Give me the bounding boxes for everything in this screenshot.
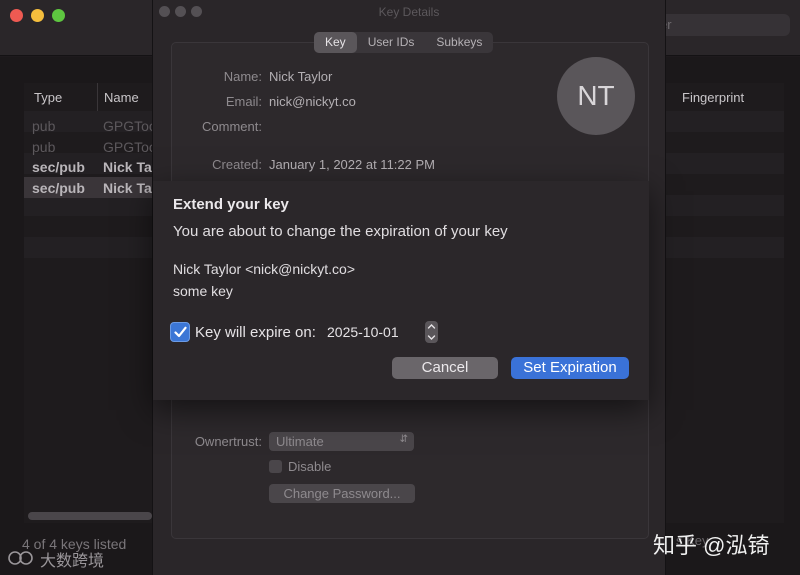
sheet-key-comment: some key: [173, 283, 233, 299]
row-name: GPGTools: [103, 139, 153, 155]
column-header-name[interactable]: Name: [99, 83, 159, 111]
watermark-right-text: 知乎 @泓锜: [653, 533, 770, 558]
row-name: GPGTools: [103, 118, 153, 134]
window-maximize-button[interactable]: [52, 9, 65, 22]
row-type: pub: [32, 118, 56, 134]
change-password-button[interactable]: Change Password...: [269, 484, 415, 503]
sheet-title: Extend your key: [173, 196, 289, 213]
cancel-button[interactable]: Cancel: [392, 357, 498, 379]
email-value: nick@nickyt.co: [269, 94, 356, 109]
ownertrust-select[interactable]: Ultimate ⇵: [269, 432, 414, 451]
column-header-type[interactable]: Type: [24, 83, 98, 111]
row-type: sec/pub: [32, 159, 85, 175]
table-row[interactable]: sec/pub Nick Taylor: [24, 156, 153, 177]
set-expiration-button[interactable]: Set Expiration: [511, 357, 629, 379]
ownertrust-value: Ultimate: [276, 434, 324, 449]
expire-checkbox[interactable]: [170, 322, 190, 342]
name-label: Name:: [223, 69, 262, 84]
extend-key-sheet: Extend your key You are about to change …: [153, 181, 649, 400]
table-row[interactable]: pub GPGTools: [24, 136, 153, 157]
table-row[interactable]: pub GPGTools: [24, 115, 153, 136]
checkmark-icon: [174, 326, 187, 338]
expire-label: Key will expire on:: [195, 324, 316, 341]
details-window-title: Key Details: [378, 5, 440, 19]
window-minimize-button[interactable]: [31, 9, 44, 22]
tab-user-ids[interactable]: User IDs: [357, 32, 426, 53]
comment-label: Comment:: [202, 119, 262, 134]
row-type: sec/pub: [32, 180, 85, 196]
watermark-bottom-text: 大数跨境: [40, 553, 105, 570]
disable-checkbox[interactable]: [269, 460, 282, 473]
chevron-up-icon[interactable]: [425, 321, 438, 332]
name-value: Nick Taylor: [269, 69, 333, 84]
email-label: Email:: [225, 94, 262, 109]
avatar: NT: [557, 57, 635, 135]
created-label: Created:: [212, 157, 262, 172]
created-value: January 1, 2022 at 11:22 PM: [269, 157, 435, 172]
details-titlebar: Key Details: [153, 0, 665, 24]
expire-date-field[interactable]: 2025-10-01: [327, 324, 399, 340]
chevron-down-icon[interactable]: [425, 332, 438, 343]
window-close-button[interactable]: [10, 9, 23, 22]
tab-subkeys[interactable]: Subkeys: [425, 32, 493, 53]
disable-label: Disable: [288, 459, 332, 474]
table-row-selected[interactable]: sec/pub Nick Taylor: [24, 177, 153, 198]
row-type: pub: [32, 139, 56, 155]
watermark-logo-icon: [8, 551, 33, 565]
sheet-message: You are about to change the expiration o…: [173, 223, 508, 240]
tab-key[interactable]: Key: [314, 32, 357, 53]
row-name: Nick Taylor: [103, 159, 153, 175]
details-tabs: Key User IDs Subkeys: [314, 32, 494, 53]
column-header-fingerprint[interactable]: Fingerprint: [682, 83, 782, 111]
horizontal-scrollbar[interactable]: [28, 512, 152, 520]
date-stepper[interactable]: [425, 321, 438, 343]
ownertrust-label: Ownertrust:: [194, 434, 262, 449]
chevron-updown-icon: ⇵: [399, 434, 408, 445]
row-name: Nick Taylor: [103, 180, 153, 196]
sheet-user-id: Nick Taylor <nick@nickyt.co>: [173, 261, 356, 277]
